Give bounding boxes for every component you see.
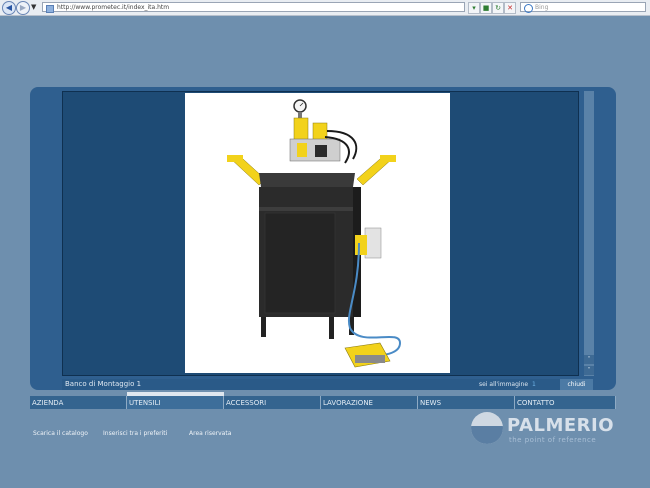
browser-toolbar: ◀ ▶ ▼ http://www.prometec.it/index_ita.h… [0,0,650,16]
viewer-scrollbar[interactable]: ˄ ˅ [584,91,594,376]
scroll-up-icon[interactable]: ˄ [584,355,594,364]
back-arrow-icon[interactable]: ◀ [2,1,16,15]
search-placeholder: Bing [535,4,549,11]
menu-item-label: ACCESSORI [226,399,267,407]
close-button[interactable]: chiudi [560,379,593,390]
product-photo [185,93,450,373]
menu-item-label: UTENSILI [129,399,161,407]
history-dropdown-icon[interactable]: ▼ [31,3,36,11]
image-position-label: sei all'immagine [479,381,529,388]
bing-search-icon [524,4,533,13]
search-input[interactable]: Bing [520,2,646,13]
menu-item-utensili[interactable]: UTENSILI [127,392,224,409]
menu-item-label: NEWS [420,399,442,407]
menu-item-label: AZIENDA [32,399,64,407]
palmerio-logo[interactable]: PALMERIO the point of reference [471,412,621,446]
refresh-icon[interactable]: ↻ [492,2,504,14]
menu-item-accessori[interactable]: ACCESSORI [224,396,321,409]
main-menu: AZIENDA UTENSILI ACCESSORI LAVORAZIONE N… [30,392,616,409]
image-index[interactable]: 1 [532,379,536,390]
menu-item-lavorazione[interactable]: LAVORAZIONE [321,396,418,409]
logo-name: PALMERIO [507,415,615,436]
scroll-down-icon[interactable]: ˅ [584,366,594,375]
address-dropdown-icon[interactable]: ▾ [468,2,480,14]
reserved-area-link[interactable]: Area riservata [189,430,231,437]
page-icon [46,5,54,13]
add-favorites-link[interactable]: Inserisci tra i preferiti [103,430,167,437]
menu-item-label: CONTATTO [517,399,555,407]
address-bar[interactable]: http://www.prometec.it/index_ita.htm [42,2,465,13]
address-url: http://www.prometec.it/index_ita.htm [57,4,170,11]
forward-arrow-icon[interactable]: ▶ [16,1,30,15]
viewer-caption-bar: Banco di Montaggio 1 sei all'immagine 1 … [62,379,593,390]
menu-item-label: LAVORAZIONE [323,399,373,407]
menu-item-news[interactable]: NEWS [418,396,515,409]
logo-mark-icon [471,412,503,444]
stop-icon[interactable]: ✕ [504,2,516,14]
menu-item-contatto[interactable]: CONTATTO [515,396,616,409]
compatibility-icon[interactable]: ■ [480,2,492,14]
download-catalog-link[interactable]: Scarica il catalogo [33,430,88,437]
assembly-bench-image [227,99,402,368]
image-caption: Banco di Montaggio 1 [65,380,142,388]
menu-item-azienda[interactable]: AZIENDA [30,396,127,409]
logo-tagline: the point of reference [509,436,597,444]
